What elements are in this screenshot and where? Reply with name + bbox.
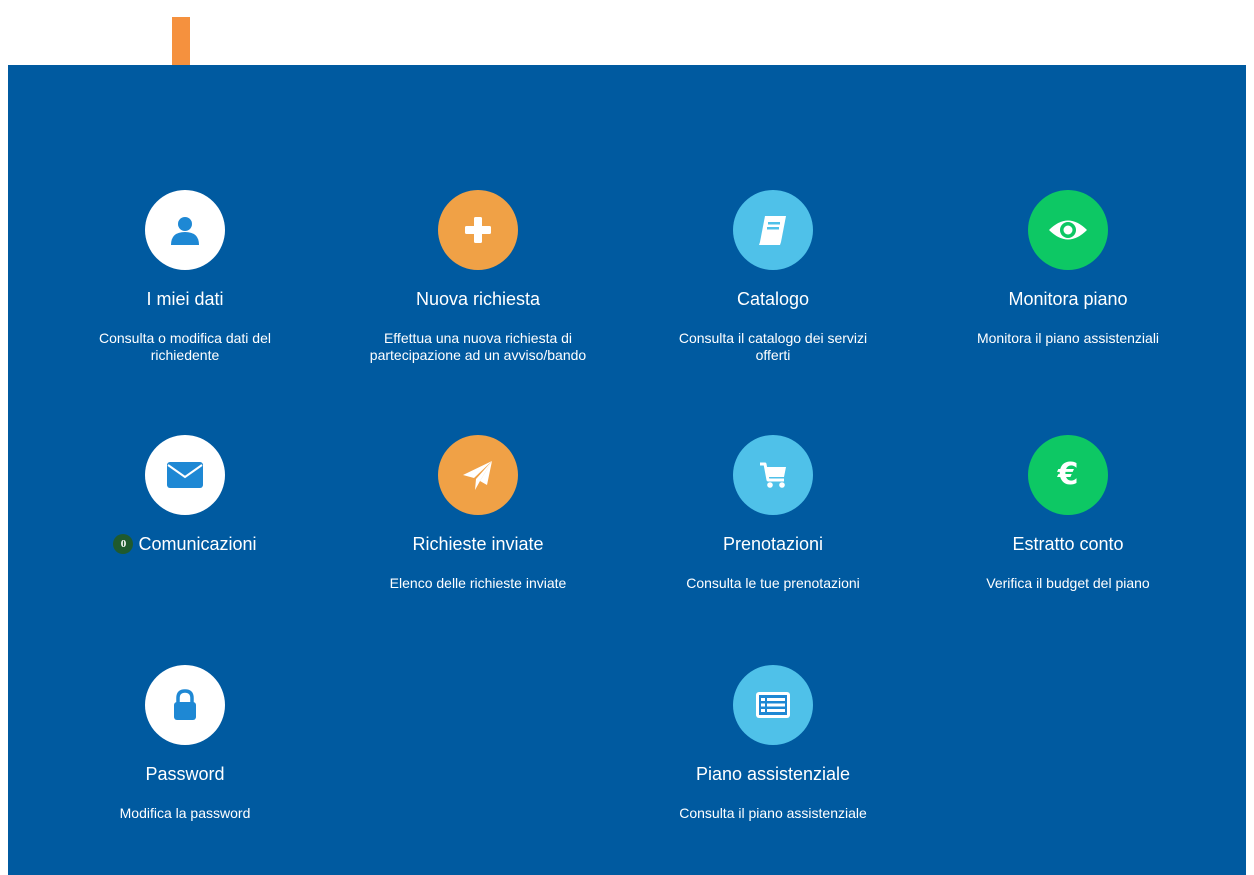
tile-description: Consulta il catalogo dei servizi offerti — [678, 330, 868, 363]
user-icon-circle[interactable] — [145, 190, 225, 270]
tile-title[interactable]: Catalogo — [653, 288, 893, 310]
tile-description: Monitora il piano assistenziali — [976, 330, 1160, 346]
tile-title[interactable]: Richieste inviate — [358, 533, 598, 555]
tile-description: Effettua una nuova richiesta di partecip… — [369, 330, 587, 363]
tile-title[interactable]: Prenotazioni — [653, 533, 893, 555]
services-panel: I miei dati Consulta o modifica dati del… — [8, 65, 1246, 875]
tile-title[interactable]: Estratto conto — [948, 533, 1188, 555]
tile-prenotazioni[interactable]: Prenotazioni Consulta le tue prenotazion… — [653, 435, 893, 592]
tile-description: Modifica la password — [119, 805, 251, 821]
tile-description: Elenco delle richieste inviate — [389, 575, 567, 591]
tile-richieste-inviate[interactable]: Richieste inviate Elenco delle richieste… — [358, 435, 598, 592]
paper-plane-icon-circle[interactable] — [438, 435, 518, 515]
paper-plane-icon — [461, 458, 495, 492]
unread-count-badge: 0 — [113, 534, 134, 554]
list-icon — [755, 691, 791, 719]
euro-icon-circle[interactable]: € — [1028, 435, 1108, 515]
tile-title[interactable]: Password — [65, 763, 305, 785]
tile-description: Verifica il budget del piano — [986, 575, 1150, 591]
tile-title[interactable]: Nuova richiesta — [358, 288, 598, 310]
tile-catalogo[interactable]: Catalogo Consulta il catalogo dei serviz… — [653, 190, 893, 364]
tile-comunicazioni[interactable]: 0 Comunicazioni — [65, 435, 305, 575]
eye-icon-circle[interactable] — [1028, 190, 1108, 270]
tile-estratto-conto[interactable]: € Estratto conto Verifica il budget del … — [948, 435, 1188, 592]
cart-icon — [758, 460, 788, 490]
tile-title[interactable]: Comunicazioni — [138, 533, 256, 555]
plus-icon — [464, 216, 492, 244]
cart-icon-circle[interactable] — [733, 435, 813, 515]
tile-i-miei-dati[interactable]: I miei dati Consulta o modifica dati del… — [65, 190, 305, 364]
tile-monitora-piano[interactable]: Monitora piano Monitora il piano assiste… — [948, 190, 1188, 347]
tile-title[interactable]: Monitora piano — [948, 288, 1188, 310]
tile-description: Consulta o modifica dati del richiedente — [99, 330, 271, 363]
tile-piano-assistenziale[interactable]: Piano assistenziale Consulta il piano as… — [653, 665, 893, 822]
tile-description: Consulta le tue prenotazioni — [686, 575, 860, 591]
user-icon — [168, 213, 202, 247]
tile-nuova-richiesta[interactable]: Nuova richiesta Effettua una nuova richi… — [358, 190, 598, 364]
tile-description: Consulta il piano assistenziale — [679, 805, 867, 821]
list-icon-circle[interactable] — [733, 665, 813, 745]
tile-title-row[interactable]: 0 Comunicazioni — [65, 533, 305, 555]
eye-icon — [1048, 217, 1088, 243]
envelope-icon-circle[interactable] — [145, 435, 225, 515]
lock-icon — [171, 688, 199, 722]
book-icon — [756, 213, 790, 247]
lock-icon-circle[interactable] — [145, 665, 225, 745]
plus-icon-circle[interactable] — [438, 190, 518, 270]
euro-icon: € — [1057, 457, 1079, 492]
book-icon-circle[interactable] — [733, 190, 813, 270]
envelope-icon — [166, 461, 204, 489]
tile-password[interactable]: Password Modifica la password — [65, 665, 305, 822]
tile-title[interactable]: Piano assistenziale — [653, 763, 893, 785]
tile-title[interactable]: I miei dati — [65, 288, 305, 310]
